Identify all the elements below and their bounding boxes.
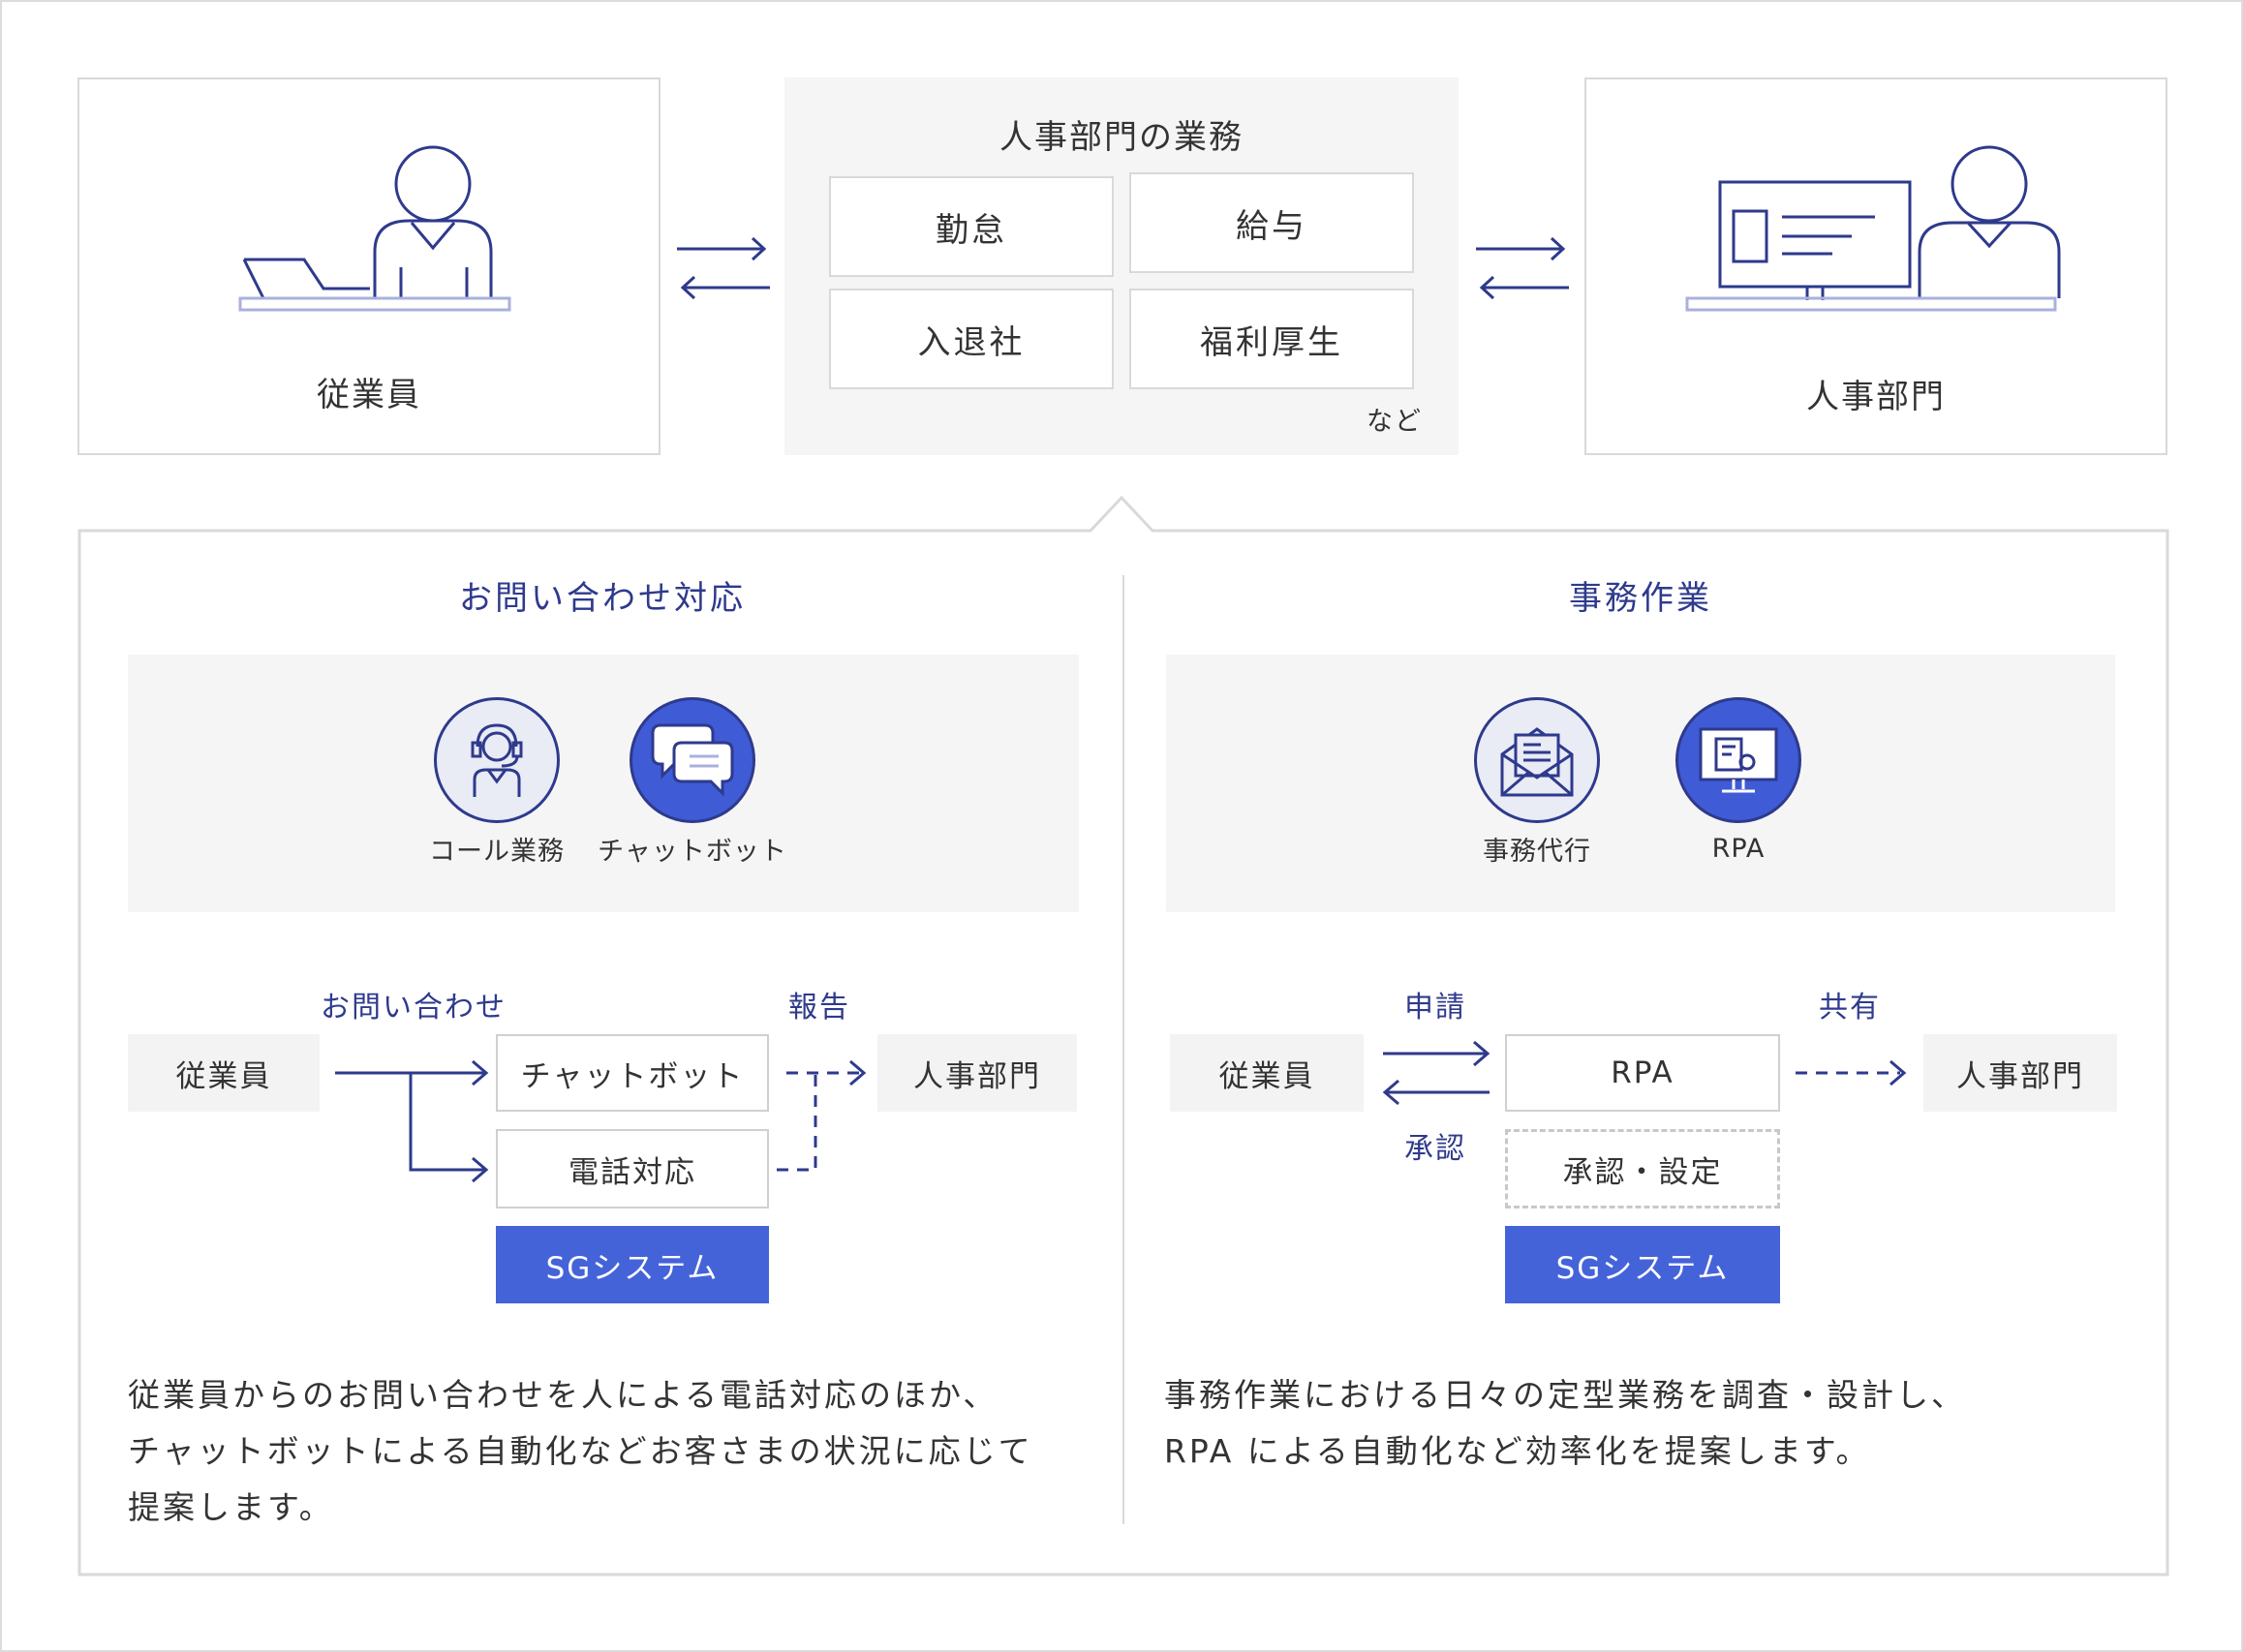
employee-card: 従業員 (77, 77, 661, 455)
hr-work-panel: 人事部門の業務 勤怠 給与 入退社 福利厚生 など (784, 77, 1459, 455)
chat-bubbles-icon (651, 723, 734, 797)
report-label: 報告 (788, 991, 850, 1025)
task-payroll: 給与 (1129, 172, 1414, 273)
diagram-canvas: 従業員 人事部門の業務 勤怠 給与 入退社 福利厚生 など 人事部門 お問い合わ… (0, 0, 2243, 1652)
admin-service-badge (1474, 697, 1600, 823)
employee-at-laptop-icon (238, 145, 511, 312)
left-section-title: お問い合わせ対応 (459, 578, 746, 618)
right-description-line: RPA による自動化など効率化を提案します。 (1164, 1432, 1871, 1470)
hr-dept-label: 人事部門 (1806, 377, 1946, 416)
right-description-line: 事務作業における日々の定型業務を調査・設計し、 (1164, 1376, 1966, 1414)
exchange-arrows-left (677, 236, 770, 300)
call-service-label: コール業務 (429, 836, 565, 867)
chatbot-service-label: チャットボット (598, 836, 787, 867)
chatbot-service-badge (630, 697, 755, 823)
task-attendance: 勤怠 (829, 176, 1114, 277)
left-flow-arrows (335, 1059, 867, 1183)
share-label: 共有 (1819, 991, 1881, 1025)
admin-service-label: 事務代行 (1483, 836, 1591, 867)
left-services-panel: コール業務 チャットボット (128, 655, 1079, 912)
left-description-line: 従業員からのお問い合わせを人による電話対応のほか、 (128, 1376, 999, 1414)
employee-label: 従業員 (317, 375, 421, 414)
right-section-title: 事務作業 (1569, 578, 1712, 618)
left-flow-hr-dept: 人事部門 (877, 1034, 1077, 1112)
right-sg-system: SGシステム (1505, 1226, 1780, 1303)
apply-label: 申請 (1404, 991, 1466, 1025)
right-flow-employee: 従業員 (1170, 1034, 1364, 1112)
left-sg-system: SGシステム (496, 1226, 769, 1303)
right-flow-arrows (1382, 1040, 1907, 1106)
envelope-document-icon (1500, 727, 1574, 797)
inquiry-label: お問い合わせ (321, 991, 507, 1025)
left-flow-employee: 従業員 (128, 1034, 320, 1112)
exchange-arrows-right (1476, 236, 1569, 300)
left-description-line: 提案します。 (128, 1488, 334, 1526)
right-flow-hr-dept: 人事部門 (1923, 1034, 2117, 1112)
rpa-service-label: RPA (1711, 833, 1766, 864)
call-service-badge (434, 697, 560, 823)
rpa-service-badge (1675, 697, 1801, 823)
left-description: 従業員からのお問い合わせを人による電話対応のほか、 チャットボットによる自動化な… (128, 1367, 1033, 1536)
task-welfare: 福利厚生 (1129, 289, 1414, 389)
right-flow-approval-setting: 承認・設定 (1505, 1129, 1780, 1208)
hr-staff-at-monitor-icon (1685, 145, 2061, 312)
right-services-panel: 事務代行 RPA (1166, 655, 2115, 912)
hr-dept-card: 人事部門 (1584, 77, 2167, 455)
section-divider (1122, 575, 1124, 1524)
left-description-line: チャットボットによる自動化などお客さまの状況に応じて (128, 1432, 1033, 1470)
task-onboarding-offboarding: 入退社 (829, 289, 1114, 389)
approve-label: 承認 (1404, 1132, 1466, 1166)
right-description: 事務作業における日々の定型業務を調査・設計し、 RPA による自動化など効率化を… (1164, 1367, 1966, 1480)
hr-work-note: など (1367, 406, 1423, 437)
headset-operator-icon (471, 723, 523, 797)
hr-work-title: 人事部門の業務 (999, 117, 1244, 157)
monitor-rpa-icon (1699, 727, 1778, 793)
